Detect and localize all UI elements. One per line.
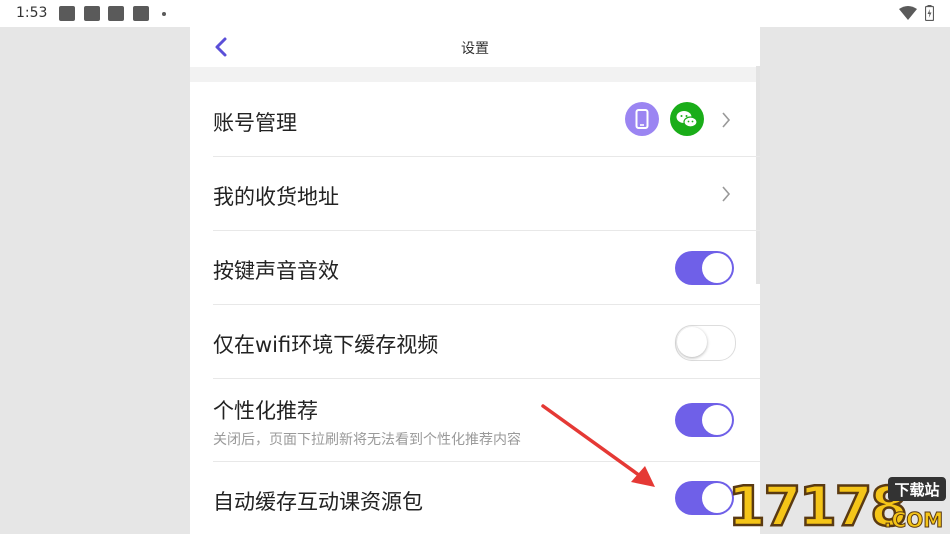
notification-icon (133, 6, 149, 21)
svg-text:17178: 17178 (728, 475, 906, 533)
account-management-label: 账号管理 (213, 111, 297, 135)
svg-text:.COM: .COM (884, 508, 943, 532)
wifi-cache-toggle[interactable] (675, 325, 736, 361)
settings-panel: 设置 账号管理 我的收货地址 按键声音音效 仅在wifi环境下缓存视频 个性化推… (190, 27, 760, 534)
chevron-right-icon (722, 186, 731, 202)
annotation-arrow-icon (541, 404, 655, 487)
wifi-cache-label: 仅在wifi环境下缓存视频 (213, 333, 439, 357)
battery-icon (925, 5, 934, 21)
toggle-knob (702, 253, 732, 283)
notification-icon (59, 6, 75, 21)
toggle-knob (677, 327, 707, 357)
wechat-icon (670, 102, 704, 136)
page-title: 设置 (461, 41, 489, 57)
notification-icon (108, 6, 124, 21)
status-bar: 1:53 (0, 0, 950, 27)
phone-icon (625, 102, 659, 136)
notification-icon (84, 6, 100, 21)
auto-cache-label: 自动缓存互动课资源包 (213, 490, 423, 514)
personalized-recommendation-subtitle: 关闭后，页面下拉刷新将无法看到个性化推荐内容 (213, 432, 521, 448)
svg-text:下载站: 下载站 (894, 481, 939, 499)
personalized-recommendation-row: 个性化推荐 关闭后，页面下拉刷新将无法看到个性化推荐内容 (213, 379, 760, 462)
toggle-knob (702, 405, 732, 435)
more-notifications-icon (162, 12, 166, 16)
shipping-address-row[interactable]: 我的收货地址 (213, 157, 760, 231)
key-sound-label: 按键声音音效 (213, 259, 339, 283)
auto-cache-row: 自动缓存互动课资源包 (213, 462, 760, 534)
chevron-right-icon (722, 112, 731, 128)
shipping-address-label: 我的收货地址 (213, 185, 339, 209)
personalized-recommendation-label: 个性化推荐 (213, 399, 318, 423)
wifi-icon (899, 6, 917, 20)
personalized-recommendation-toggle[interactable] (675, 403, 734, 437)
key-sound-row: 按键声音音效 (213, 231, 760, 305)
wifi-cache-row: 仅在wifi环境下缓存视频 (213, 305, 760, 379)
header: 设置 (190, 27, 760, 67)
account-management-row[interactable]: 账号管理 (213, 83, 760, 157)
watermark-logo: 17178 下载站 .COM (727, 475, 946, 533)
section-divider (190, 67, 760, 82)
status-time: 1:53 (16, 5, 48, 21)
key-sound-toggle[interactable] (675, 251, 734, 285)
